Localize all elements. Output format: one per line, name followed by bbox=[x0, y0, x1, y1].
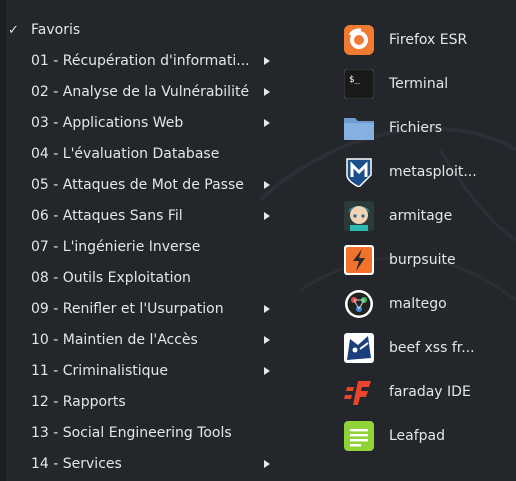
app-terminal[interactable]: $_ Terminal bbox=[343, 62, 513, 106]
submenu-arrow-icon bbox=[264, 367, 270, 375]
app-label: Terminal bbox=[389, 76, 449, 92]
menu-item-03[interactable]: 03 - Applications Web bbox=[0, 108, 285, 139]
menu-item-07[interactable]: 07 - L'ingénierie Inverse bbox=[0, 232, 285, 263]
menu-item-09[interactable]: 09 - Renifler et l'Usurpation bbox=[0, 294, 285, 325]
app-firefox-esr[interactable]: Firefox ESR bbox=[343, 18, 513, 62]
menu-item-label: 11 - Criminalistique bbox=[31, 363, 168, 379]
app-label: metasploit... bbox=[389, 164, 477, 180]
app-label: burpsuite bbox=[389, 252, 456, 268]
app-maltego[interactable]: maltego bbox=[343, 282, 513, 326]
menu-item-label: 04 - L'évaluation Database bbox=[31, 146, 220, 162]
checkmark-icon: ✓ bbox=[8, 23, 19, 38]
menu-item-12[interactable]: 12 - Rapports bbox=[0, 387, 285, 418]
submenu-arrow-icon bbox=[264, 336, 270, 344]
app-leafpad[interactable]: Leafpad bbox=[343, 414, 513, 458]
burpsuite-icon bbox=[343, 244, 375, 276]
metasploit-icon bbox=[343, 156, 375, 188]
submenu-arrow-icon bbox=[264, 57, 270, 65]
maltego-icon bbox=[343, 288, 375, 320]
app-label: maltego bbox=[389, 296, 447, 312]
menu-item-02[interactable]: 02 - Analyse de la Vulnérabilité bbox=[0, 77, 285, 108]
menu-item-01[interactable]: 01 - Récupération d'informati... bbox=[0, 46, 285, 77]
menu-item-label: 10 - Maintien de l'Accès bbox=[31, 332, 198, 348]
menu-item-label: 07 - L'ingénierie Inverse bbox=[31, 239, 201, 255]
terminal-icon: $_ bbox=[343, 68, 375, 100]
app-faraday-ide[interactable]: faraday IDE bbox=[343, 370, 513, 414]
app-label: Fichiers bbox=[389, 120, 443, 136]
menu-item-label: Favoris bbox=[31, 22, 81, 38]
submenu-arrow-icon bbox=[264, 88, 270, 96]
menu-item-favoris[interactable]: ✓ Favoris bbox=[0, 15, 285, 46]
menu-item-label: 06 - Attaques Sans Fil bbox=[31, 208, 183, 224]
app-fichiers[interactable]: Fichiers bbox=[343, 106, 513, 150]
submenu-arrow-icon bbox=[264, 212, 270, 220]
menu-item-11[interactable]: 11 - Criminalistique bbox=[0, 356, 285, 387]
app-label: Leafpad bbox=[389, 428, 446, 444]
folder-icon bbox=[343, 112, 375, 144]
app-label: Firefox ESR bbox=[389, 32, 468, 48]
firefox-icon bbox=[343, 24, 375, 56]
submenu-arrow-icon bbox=[264, 181, 270, 189]
menu-item-14[interactable]: 14 - Services bbox=[0, 449, 285, 480]
menu-item-label: 02 - Analyse de la Vulnérabilité bbox=[31, 84, 250, 100]
app-burpsuite[interactable]: burpsuite bbox=[343, 238, 513, 282]
beef-icon bbox=[343, 332, 375, 364]
submenu-arrow-icon bbox=[264, 305, 270, 313]
faraday-icon bbox=[343, 376, 375, 408]
menu-item-label: 09 - Renifler et l'Usurpation bbox=[31, 301, 224, 317]
menu-item-13[interactable]: 13 - Social Engineering Tools bbox=[0, 418, 285, 449]
app-label: armitage bbox=[389, 208, 453, 224]
menu-item-label: 05 - Attaques de Mot de Passe bbox=[31, 177, 244, 193]
menu-item-08[interactable]: 08 - Outils Exploitation bbox=[0, 263, 285, 294]
app-label: faraday IDE bbox=[389, 384, 471, 400]
app-metasploit[interactable]: metasploit... bbox=[343, 150, 513, 194]
armitage-icon bbox=[343, 200, 375, 232]
menu-item-label: 13 - Social Engineering Tools bbox=[31, 425, 232, 441]
terminal-prompt-glyph: $_ bbox=[349, 75, 360, 85]
category-menu: ✓ Favoris 01 - Récupération d'informati.… bbox=[0, 15, 285, 480]
menu-item-label: 12 - Rapports bbox=[31, 394, 126, 410]
menu-item-06[interactable]: 06 - Attaques Sans Fil bbox=[0, 201, 285, 232]
submenu-arrow-icon bbox=[264, 119, 270, 127]
menu-item-label: 14 - Services bbox=[31, 456, 122, 472]
menu-item-label: 01 - Récupération d'informati... bbox=[31, 53, 250, 69]
app-armitage[interactable]: armitage bbox=[343, 194, 513, 238]
app-label: beef xss fr... bbox=[389, 340, 475, 356]
submenu-arrow-icon bbox=[264, 460, 270, 468]
menu-item-label: 03 - Applications Web bbox=[31, 115, 184, 131]
favorite-apps-list: Firefox ESR $_ Terminal Fichiers metaspl… bbox=[343, 18, 513, 458]
menu-item-04[interactable]: 04 - L'évaluation Database bbox=[0, 139, 285, 170]
menu-item-label: 08 - Outils Exploitation bbox=[31, 270, 191, 286]
leafpad-icon bbox=[343, 420, 375, 452]
menu-item-10[interactable]: 10 - Maintien de l'Accès bbox=[0, 325, 285, 356]
menu-item-05[interactable]: 05 - Attaques de Mot de Passe bbox=[0, 170, 285, 201]
app-beef-xss[interactable]: beef xss fr... bbox=[343, 326, 513, 370]
